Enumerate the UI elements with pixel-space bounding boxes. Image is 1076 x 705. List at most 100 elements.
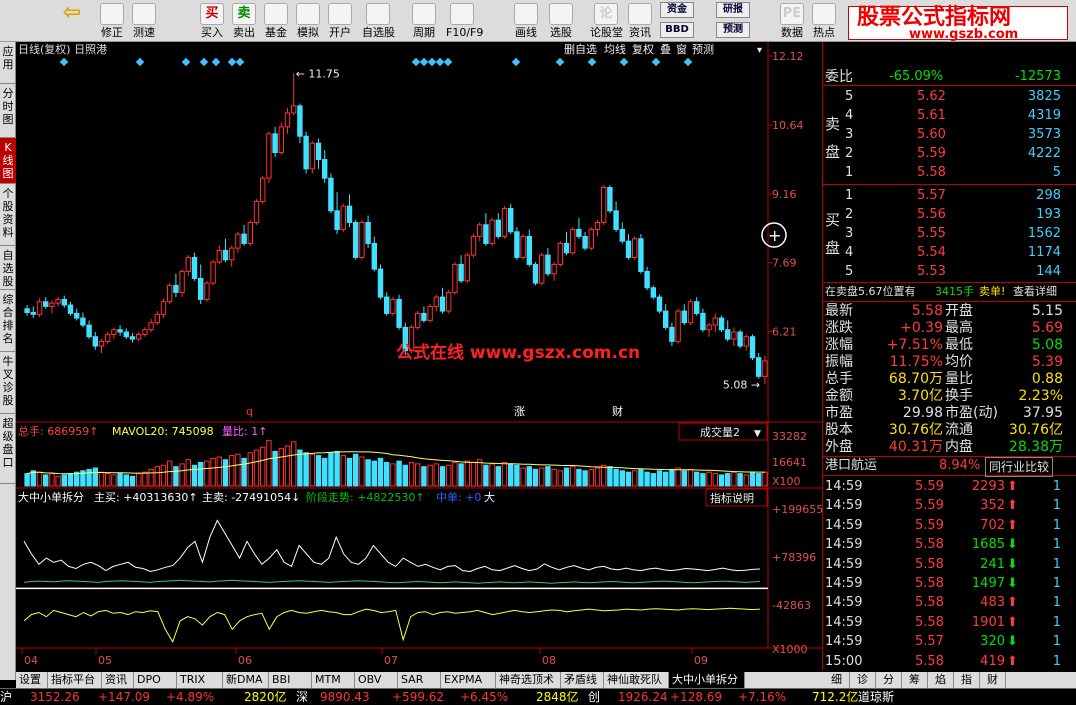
volume-bar[interactable] [731, 471, 737, 487]
quote-view-tab[interactable]: 筹 [902, 672, 928, 688]
volume-bar[interactable] [464, 460, 471, 487]
candle-body[interactable] [632, 238, 638, 258]
volume-bar[interactable] [390, 463, 396, 487]
candle-body[interactable] [98, 340, 105, 347]
quote-view-tab[interactable]: 指 [954, 672, 980, 688]
volume-bar[interactable] [402, 464, 409, 487]
volume-bar[interactable] [86, 468, 92, 487]
candle-body[interactable] [694, 301, 700, 314]
volume-bar[interactable] [563, 467, 570, 487]
toolbar-button-forum[interactable]: 论论股堂 [590, 0, 623, 42]
volume-bar[interactable] [371, 460, 378, 487]
volume-bar[interactable] [483, 464, 489, 487]
volume-bar[interactable] [49, 473, 55, 487]
volume-bar[interactable] [501, 462, 508, 487]
volume-bar[interactable] [61, 474, 67, 487]
volume-bar[interactable] [452, 462, 458, 487]
candle-body[interactable] [278, 126, 285, 154]
candle-body[interactable] [129, 336, 136, 340]
ask-row[interactable]: 5 5.62 3825 [823, 88, 1076, 106]
candle-body[interactable] [49, 302, 55, 307]
left-tab-3[interactable]: 个股资料 [0, 184, 16, 246]
volume-bar[interactable] [762, 471, 768, 487]
candle-body[interactable] [421, 312, 427, 321]
volume-bar[interactable] [756, 473, 762, 487]
volume-bar[interactable] [229, 455, 235, 487]
volume-bar[interactable] [111, 474, 117, 487]
toolbar-small-button[interactable]: 资金 [660, 2, 694, 18]
candle-body[interactable] [334, 210, 340, 230]
ask-row[interactable]: 4 5.61 4319 [823, 107, 1076, 125]
industry-name[interactable]: 港口航运 [825, 457, 877, 475]
indicator-tab[interactable]: 神奇选顶术 [496, 672, 561, 688]
candle-body[interactable] [669, 326, 675, 342]
volume-bar[interactable] [260, 446, 266, 487]
volume-bar[interactable] [160, 464, 167, 487]
left-tab-2[interactable]: K线图 [0, 138, 16, 184]
candle-body[interactable] [154, 313, 161, 324]
indicator-tab[interactable]: TRIX [177, 672, 223, 688]
candle-body[interactable] [340, 205, 347, 230]
volume-bar[interactable] [712, 473, 718, 487]
candle-body[interactable] [67, 304, 74, 314]
candle-body[interactable] [588, 228, 594, 249]
volume-bar[interactable] [322, 457, 328, 487]
candle-body[interactable] [520, 235, 526, 258]
volume-bar[interactable] [315, 455, 322, 487]
toolbar-button-fix[interactable]: 修正 [96, 0, 128, 42]
volume-bar[interactable] [656, 470, 663, 487]
candle-body[interactable] [452, 263, 458, 293]
candle-body[interactable] [198, 277, 204, 300]
candle-body[interactable] [675, 310, 681, 342]
candle-body[interactable] [687, 301, 694, 324]
volume-bar[interactable] [278, 448, 285, 487]
volume-bar[interactable] [433, 463, 440, 487]
candle-body[interactable] [396, 298, 402, 328]
candle-body[interactable] [43, 301, 49, 307]
volume-bar[interactable] [477, 459, 483, 487]
toolbar-button-hot[interactable]: 热点 [808, 0, 840, 42]
volume-bar[interactable] [669, 468, 675, 487]
volume-bar[interactable] [55, 475, 61, 487]
volume-bar[interactable] [216, 456, 223, 487]
candle-body[interactable] [514, 231, 520, 258]
toolbar-button-fund[interactable]: 基金 [260, 0, 292, 42]
candle-body[interactable] [706, 324, 712, 331]
volume-bar[interactable] [588, 468, 594, 487]
volume-bar[interactable] [334, 450, 340, 487]
volume-bar[interactable] [142, 471, 148, 487]
candle-body[interactable] [204, 282, 210, 300]
candle-body[interactable] [136, 333, 142, 340]
chart-header-button[interactable]: 复权 [632, 42, 654, 56]
toolbar-small-button[interactable]: BBD [660, 22, 694, 38]
bid-row[interactable]: 1 5.57 298 [823, 187, 1076, 205]
volume-bar[interactable] [582, 470, 588, 487]
volume-bar[interactable] [105, 473, 111, 487]
candle-body[interactable] [353, 221, 359, 258]
candle-body[interactable] [625, 240, 632, 258]
candle-body[interactable] [570, 228, 576, 254]
volume-bar[interactable] [489, 463, 495, 487]
candle-body[interactable] [737, 331, 743, 347]
toolbar-button-pe[interactable]: PE 数据 [776, 0, 808, 42]
left-tab-5[interactable]: 综合排名 [0, 290, 16, 352]
quote-view-tab[interactable]: 财 [980, 672, 1006, 688]
candle-body[interactable] [663, 310, 669, 328]
candle-body[interactable] [545, 254, 551, 275]
volume-bar[interactable] [67, 473, 74, 487]
candle-body[interactable] [576, 228, 582, 237]
volume-bar[interactable] [328, 452, 334, 487]
quote-view-tab[interactable]: 分 [876, 672, 902, 688]
candle-body[interactable] [712, 317, 718, 326]
volume-bar[interactable] [179, 463, 185, 487]
quote-view-tab[interactable]: 诊 [850, 672, 876, 688]
kline-chart-svg[interactable]: 日线(复权) 日照港 删自选 均线 复权叠窗预测 ▾ 12.12 10.64 9.16 7.69… [16, 42, 823, 670]
toolbar-button-news[interactable]: 资讯 [624, 0, 656, 42]
volume-bar[interactable] [675, 467, 681, 487]
volume-bar[interactable] [625, 471, 632, 487]
left-tab-1[interactable]: 分时图 [0, 84, 16, 138]
candle-body[interactable] [36, 301, 43, 315]
volume-bar[interactable] [458, 463, 464, 487]
candle-body[interactable] [229, 247, 235, 261]
volume-bar[interactable] [136, 473, 142, 487]
